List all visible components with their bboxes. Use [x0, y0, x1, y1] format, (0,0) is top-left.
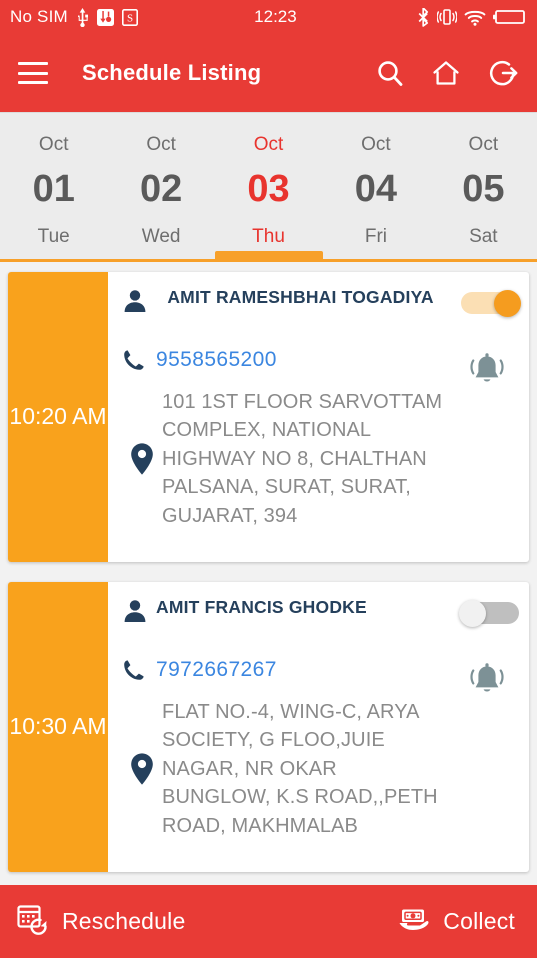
collect-label: Collect	[443, 908, 515, 934]
toggle-knob	[494, 290, 521, 317]
date-day: 04	[354, 168, 398, 210]
address-row: FLAT NO.-4, WING-C, ARYA SOCIETY, G FLOO…	[122, 698, 517, 840]
svg-text:S: S	[127, 12, 133, 24]
vibrate-icon	[437, 8, 457, 26]
phone-number: 9558565200	[156, 348, 277, 371]
date-month: Oct	[361, 134, 391, 155]
bluetooth-icon	[417, 7, 430, 27]
customer-name: AMIT RAMESHBHAI TOGADIYA	[167, 287, 434, 307]
date-cell-3[interactable]: Oct 04 Fri	[322, 121, 429, 262]
location-pin-icon	[122, 752, 162, 786]
app-bar-actions	[375, 57, 519, 89]
status-bar-left: No SIM S	[10, 7, 138, 27]
phone-icon	[122, 348, 156, 372]
date-day: 03	[247, 168, 290, 210]
date-month: Oct	[38, 134, 69, 155]
collect-button[interactable]: Collect	[397, 904, 515, 939]
status-toggle[interactable]	[459, 600, 519, 627]
address-text: FLAT NO.-4, WING-C, ARYA SOCIETY, G FLOO…	[162, 701, 438, 837]
calendar-refresh-icon	[16, 902, 50, 941]
date-day: 02	[139, 168, 183, 210]
date-day: 01	[32, 168, 75, 210]
toggle-knob	[459, 600, 486, 627]
status-bar: No SIM S 12:23	[0, 0, 537, 34]
date-weekday: Fri	[364, 226, 387, 247]
phone-row[interactable]: 7972667267	[122, 658, 517, 682]
date-day: 05	[462, 168, 505, 210]
bottom-action-bar: Reschedule Collect	[0, 885, 537, 958]
alarm-bell-icon[interactable]	[467, 662, 507, 705]
usb-icon	[76, 7, 89, 27]
phone-icon	[122, 658, 156, 682]
phone-row[interactable]: 9558565200	[122, 348, 517, 372]
person-icon	[122, 286, 156, 319]
logout-icon[interactable]	[487, 57, 519, 89]
date-cell-2-selected[interactable]: Oct 03 Thu	[215, 121, 322, 262]
date-cell-1[interactable]: Oct 02 Wed	[107, 121, 214, 262]
schedule-card-body: AMIT RAMESHBHAI TOGADIYA 9558565200 101 …	[108, 272, 529, 562]
schedule-card[interactable]: 10:30 AM AMIT FRANCIS GHODKE 7972667267 …	[8, 582, 529, 872]
date-month: Oct	[253, 134, 284, 155]
page-title: Schedule Listing	[82, 60, 262, 85]
date-month: Oct	[468, 134, 499, 155]
date-month: Oct	[146, 134, 176, 155]
date-weekday: Wed	[141, 226, 181, 247]
home-icon[interactable]	[431, 58, 461, 88]
reschedule-button[interactable]: Reschedule	[16, 902, 185, 941]
address-text: 101 1ST FLOOR SARVOTTAM COMPLEX, NATIONA…	[162, 391, 443, 527]
customer-name-row: AMIT RAMESHBHAI TOGADIYA	[122, 286, 517, 332]
search-icon[interactable]	[375, 58, 405, 88]
address-row: 101 1ST FLOOR SARVOTTAM COMPLEX, NATIONA…	[122, 388, 517, 530]
app-screen: No SIM S 12:23 Schedule Listing Oct 01 T…	[0, 0, 537, 958]
alarm-bell-icon[interactable]	[467, 352, 507, 395]
hamburger-menu-icon[interactable]	[18, 62, 48, 84]
customer-name-row: AMIT FRANCIS GHODKE	[122, 596, 517, 642]
usb-tethering-icon	[96, 8, 114, 26]
date-strip: Oct 01 Tue Oct 02 Wed Oct 03 Thu Oct 04 …	[0, 112, 537, 262]
appointment-time: 10:30 AM	[8, 582, 108, 872]
appointment-time: 10:20 AM	[8, 272, 108, 562]
date-weekday: Tue	[37, 226, 70, 247]
app-bar: Schedule Listing	[0, 34, 537, 112]
carrier-label: No SIM	[10, 7, 68, 26]
reschedule-label: Reschedule	[62, 908, 186, 934]
phone-number: 7972667267	[156, 658, 277, 681]
schedule-list: 10:20 AM AMIT RAMESHBHAI TOGADIYA 955856…	[0, 262, 537, 885]
status-bar-clock: 12:23	[254, 7, 297, 26]
wifi-icon	[464, 9, 486, 26]
schedule-card-body: AMIT FRANCIS GHODKE 7972667267 FLAT NO.-…	[108, 582, 529, 872]
date-cell-0[interactable]: Oct 01 Tue	[0, 121, 107, 262]
person-icon	[122, 596, 156, 629]
date-cell-4[interactable]: Oct 05 Sat	[430, 121, 537, 262]
customer-name: AMIT FRANCIS GHODKE	[156, 597, 367, 617]
status-toggle[interactable]	[461, 290, 521, 317]
status-bar-right	[417, 7, 527, 27]
schedule-card[interactable]: 10:20 AM AMIT RAMESHBHAI TOGADIYA 955856…	[8, 272, 529, 562]
battery-icon	[493, 9, 527, 25]
screenshot-icon: S	[121, 8, 138, 26]
cash-collect-icon	[397, 904, 431, 939]
date-weekday: Thu	[252, 226, 285, 247]
date-weekday: Sat	[469, 226, 498, 247]
location-pin-icon	[122, 442, 162, 476]
